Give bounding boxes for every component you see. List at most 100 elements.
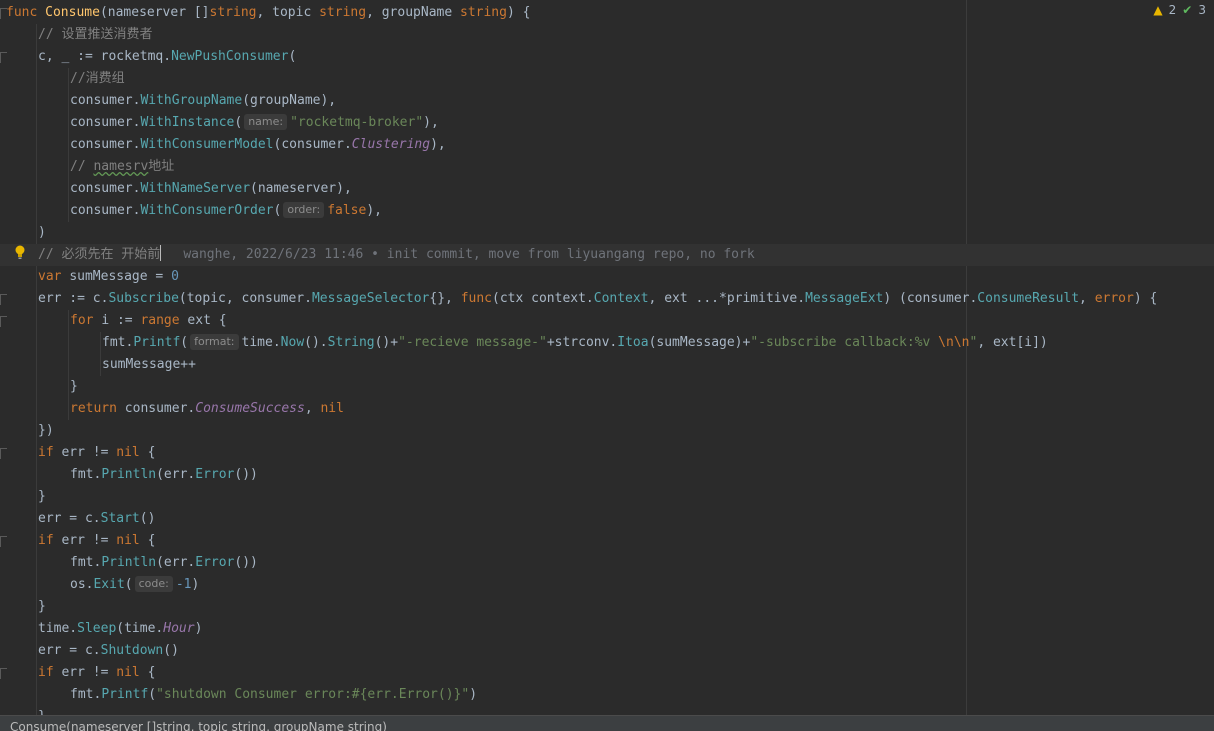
code-token: NewPushConsumer (171, 49, 289, 64)
code-line[interactable]: ) (0, 222, 46, 244)
code-token: string (460, 5, 507, 20)
code-line[interactable]: fmt.Println(err.Error()) (0, 464, 258, 486)
code-line[interactable]: err := c.Subscribe(topic, consumer.Messa… (0, 288, 1157, 310)
code-token: err != (61, 533, 117, 548)
code-token: ) { (1133, 291, 1158, 306)
code-token: () (163, 643, 179, 658)
code-line[interactable]: if err != nil { (0, 662, 155, 684)
code-line[interactable]: // namesrv地址 (0, 156, 174, 178)
code-token: Println (101, 467, 157, 482)
code-token: ()) (234, 467, 258, 482)
code-token: Error (195, 467, 235, 482)
code-line[interactable]: time.Sleep(time.Hour) (0, 618, 202, 640)
code-token: Context (593, 291, 649, 306)
code-token: WithInstance (140, 115, 235, 130)
code-token: ) (194, 621, 203, 636)
parameter-hint: order: (283, 202, 325, 218)
code-token: String (327, 335, 375, 350)
code-line[interactable]: sumMessage++ (0, 354, 196, 376)
code-line[interactable]: } (0, 596, 46, 618)
code-token: , topic (256, 5, 320, 20)
code-token: consumer. (70, 115, 141, 130)
code-line[interactable]: if err != nil { (0, 530, 155, 552)
code-line[interactable]: for i := range ext { (0, 310, 227, 332)
code-token: // 必须先在 开始前 (38, 247, 161, 262)
code-token: func (6, 5, 46, 20)
checkmark-icon: ✔ (1182, 3, 1193, 17)
code-editor[interactable]: func Consume(nameserver []string, topic … (0, 0, 1214, 715)
code-line[interactable]: err = c.Start() (0, 508, 155, 530)
code-token: if (38, 533, 62, 548)
breadcrumb[interactable]: Consume(nameserver []string, topic strin… (0, 715, 1214, 731)
code-line[interactable]: consumer.WithGroupName(groupName), (0, 90, 336, 112)
code-token: ) (consumer. (883, 291, 978, 306)
code-token: range (140, 313, 188, 328)
code-token: ConsumeResult (977, 291, 1080, 306)
code-line[interactable]: } (0, 486, 46, 508)
code-line[interactable]: // 设置推送消费者 (0, 24, 152, 46)
code-token: fmt. (70, 555, 102, 570)
code-token: WithGroupName (140, 93, 243, 108)
code-token: Hour (163, 621, 195, 636)
code-line[interactable]: //消费组 (0, 68, 125, 90)
code-token: ConsumeSuccess (195, 401, 305, 416)
code-token: ), (366, 203, 382, 218)
code-line[interactable]: } (0, 376, 78, 398)
code-token: \n\n (938, 335, 970, 350)
code-line[interactable]: consumer.WithInstance(name: "rocketmq-bro… (0, 112, 439, 134)
code-line[interactable]: // 必须先在 开始前 wanghe, 2022/6/23 11:46 • ini… (0, 244, 1214, 266)
code-token: MessageExt (805, 291, 884, 306)
code-token: ()) (234, 555, 258, 570)
code-token: ()+ (374, 335, 399, 350)
code-line[interactable]: }) (0, 420, 54, 442)
code-token: Error (195, 555, 235, 570)
code-line[interactable]: } (0, 706, 46, 715)
code-token: Println (101, 555, 157, 570)
code-line[interactable]: c, _ := rocketmq.NewPushConsumer( (0, 46, 296, 68)
code-token: (ctx context. (492, 291, 594, 306)
code-line[interactable]: if err != nil { (0, 442, 155, 464)
code-token: ) (38, 225, 46, 240)
code-line[interactable]: consumer.WithConsumerModel(consumer.Clus… (0, 134, 446, 156)
code-token: ( (288, 49, 297, 64)
code-token: , ext ...*primitive. (648, 291, 806, 306)
code-line[interactable]: consumer.WithConsumerOrder(order: false), (0, 200, 382, 222)
git-blame-annotation[interactable]: wanghe, 2022/6/23 11:46 • init commit, m… (183, 247, 754, 262)
code-token: ) (191, 577, 200, 592)
code-token: string (319, 5, 367, 20)
code-token: // (70, 159, 94, 174)
lightbulb-icon[interactable] (14, 244, 26, 260)
code-token: } (38, 599, 46, 614)
code-line[interactable]: func Consume(nameserver []string, topic … (0, 2, 530, 24)
code-token: (sumMessage)+ (648, 335, 751, 350)
code-token: err != (61, 665, 117, 680)
code-token: ( (124, 577, 133, 592)
code-token: // 设置推送消费者 (38, 27, 153, 42)
code-token: error (1094, 291, 1134, 306)
code-line[interactable]: fmt.Printf("shutdown Consumer error:#{er… (0, 684, 477, 706)
code-line[interactable]: var sumMessage = 0 (0, 266, 179, 288)
code-line[interactable]: err = c.Shutdown() (0, 640, 179, 662)
right-margin-guide (966, 0, 967, 715)
code-token: Shutdown (100, 643, 164, 658)
code-token: err = c. (38, 511, 101, 526)
code-line[interactable]: os.Exit(code: -1) (0, 574, 199, 596)
code-token: consumer. (70, 203, 141, 218)
code-token: if (38, 665, 62, 680)
code-token: () (139, 511, 156, 526)
inspection-widget[interactable]: ▲ 2 ✔ 3 (1153, 3, 1206, 17)
code-token: ), (430, 137, 446, 152)
parameter-hint: name: (244, 114, 288, 130)
code-token: } (38, 489, 46, 504)
code-line[interactable]: fmt.Printf(format: time.Now().String()+"-… (0, 332, 1048, 354)
code-line[interactable]: fmt.Println(err.Error()) (0, 552, 258, 574)
warning-icon: ▲ (1153, 3, 1163, 17)
code-token: (err. (156, 555, 196, 570)
code-token: +strconv. (546, 335, 618, 350)
code-token: ( (234, 115, 243, 130)
code-line[interactable]: consumer.WithNameServer(nameserver), (0, 178, 352, 200)
code-token: ( (273, 203, 282, 218)
code-token: ext { (187, 313, 227, 328)
code-line[interactable]: return consumer.ConsumeSuccess, nil (0, 398, 344, 420)
parameter-hint: format: (190, 334, 239, 350)
